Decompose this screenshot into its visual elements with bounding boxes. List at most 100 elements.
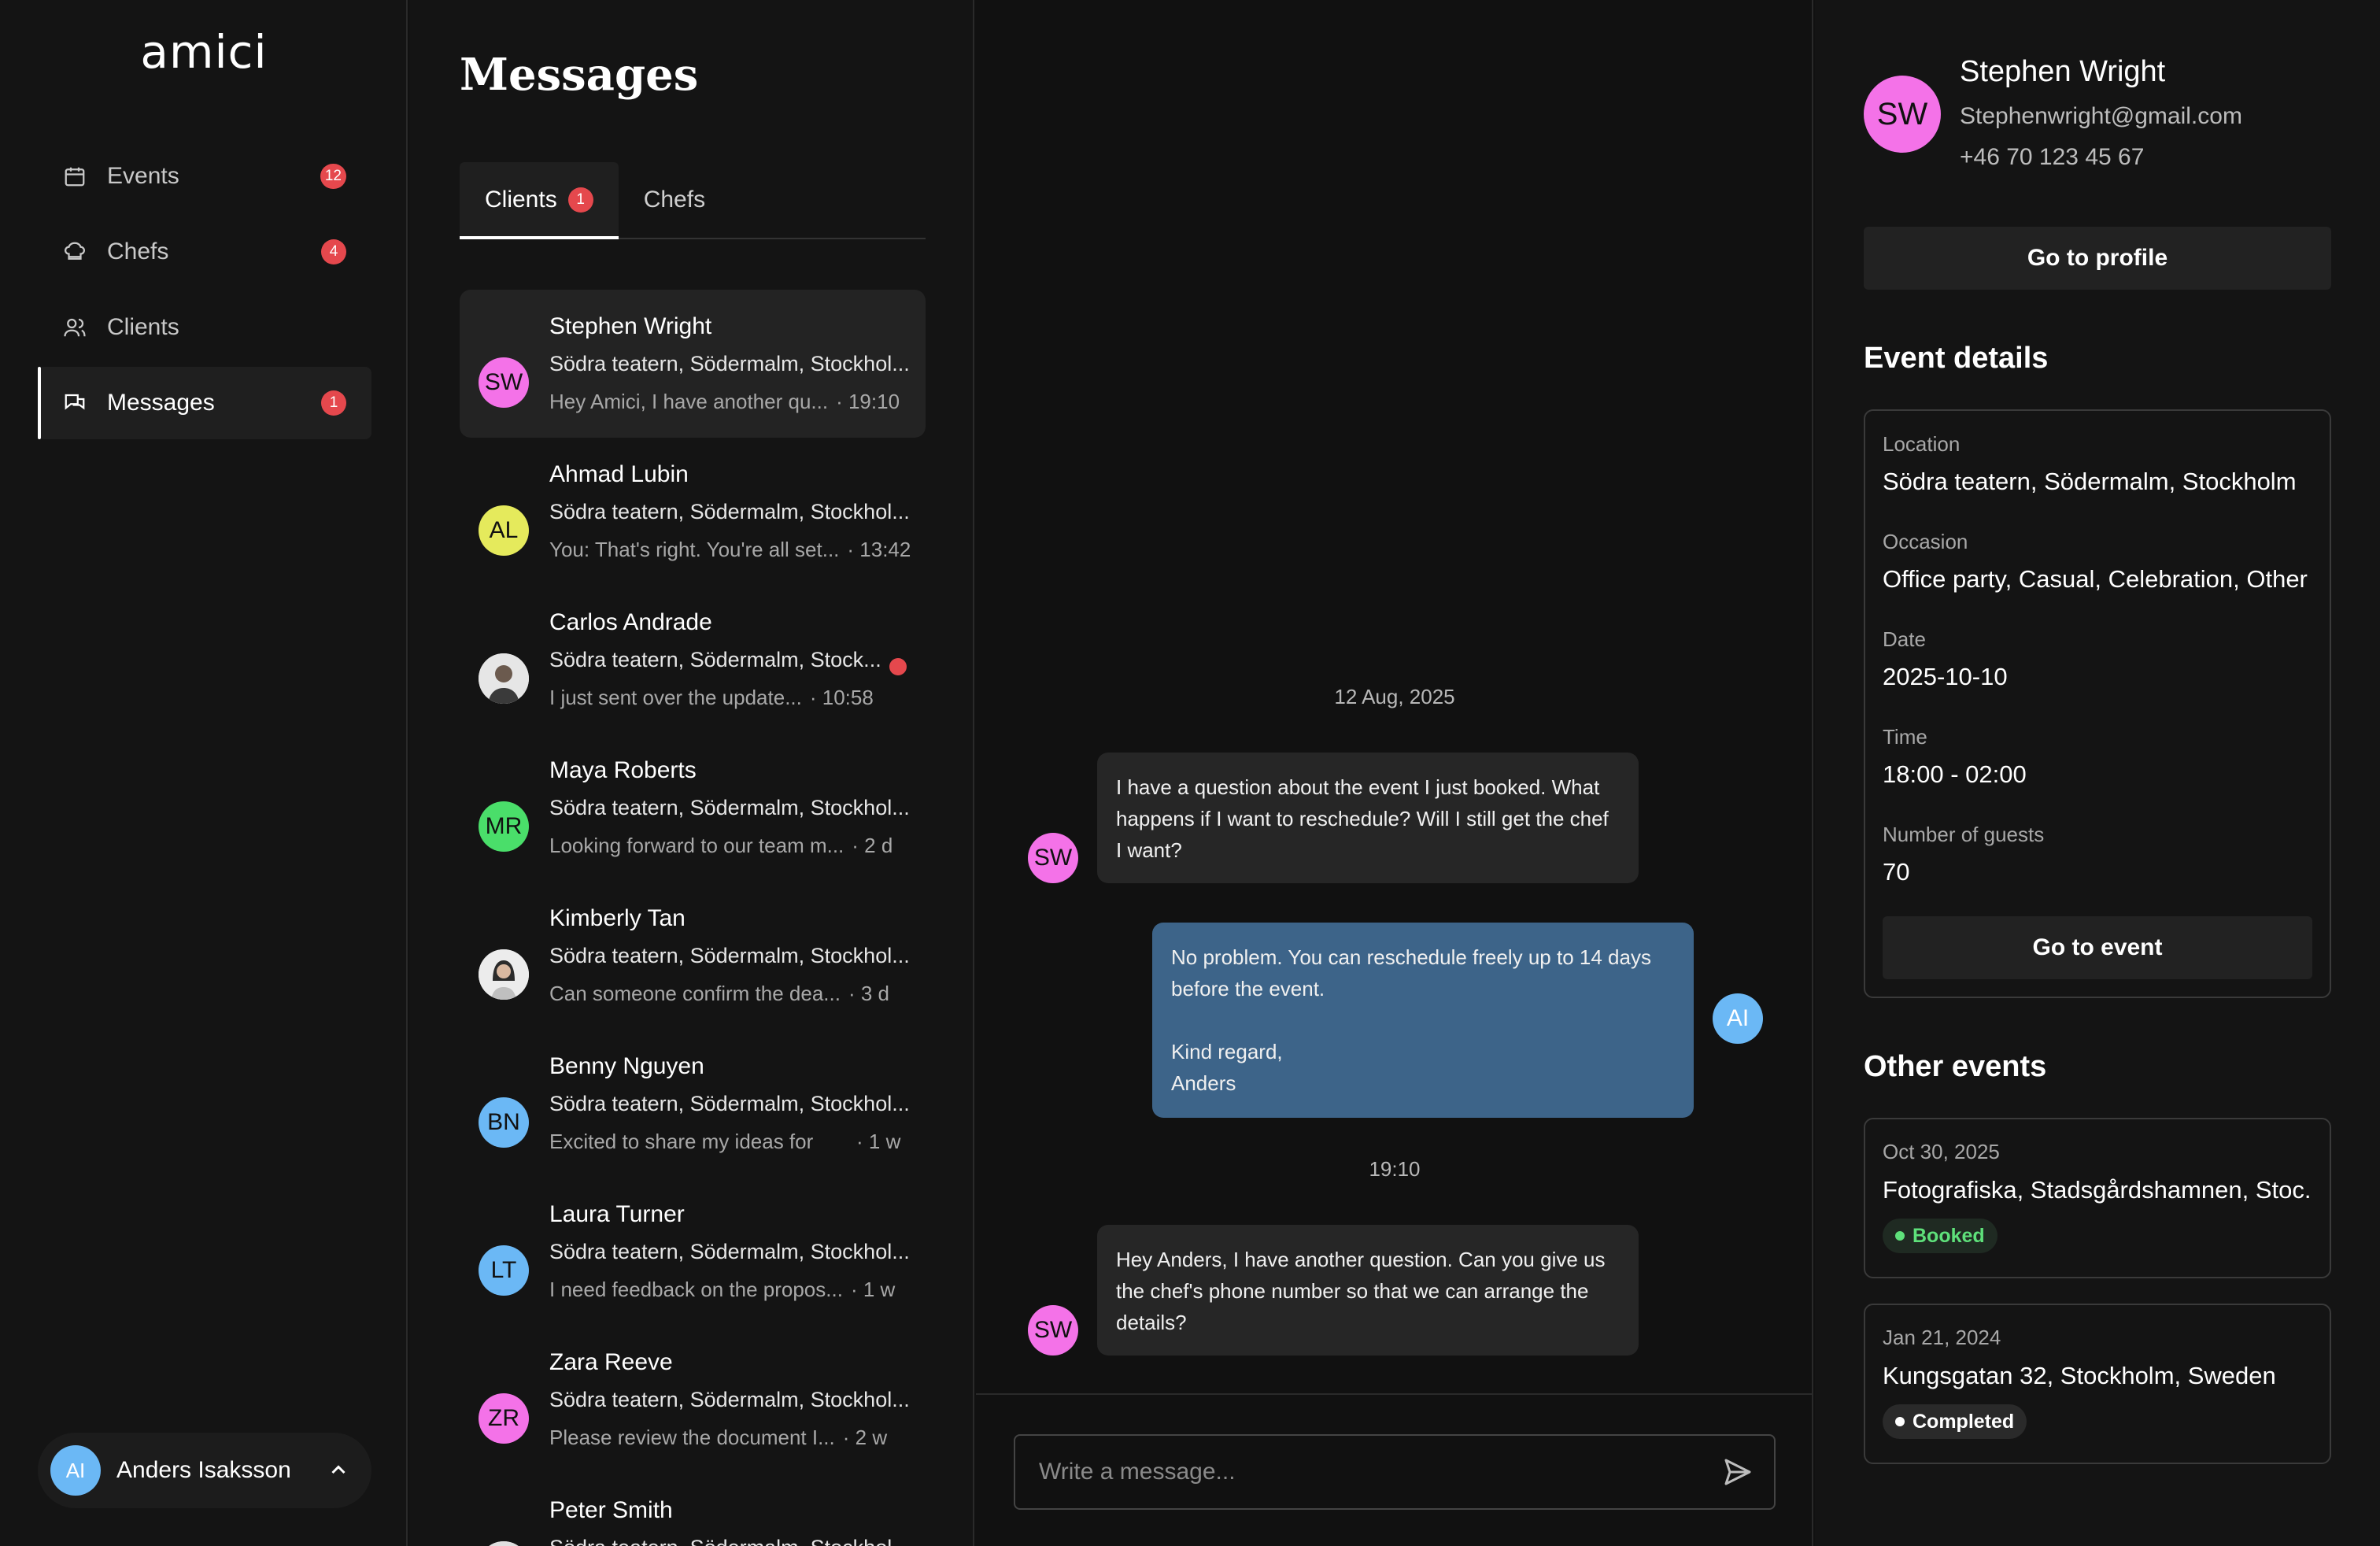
event-location: Kungsgatan 32, Stockholm, Sweden (1883, 1362, 2276, 1389)
conversation-location: Södra teatern, Södermalm, Stockhol... (549, 352, 910, 375)
avatar: LT (479, 1245, 529, 1296)
message-bubble-incoming: I have a question about the event I just… (1097, 753, 1639, 883)
other-events-title: Other events (1864, 1050, 2047, 1083)
field-label: Occasion (1883, 530, 1968, 553)
conversation-item[interactable]: ZR Zara Reeve Södra teatern, Södermalm, … (460, 1326, 926, 1474)
other-event-card[interactable]: Jan 21, 2024 Kungsgatan 32, Stockholm, S… (1864, 1304, 2331, 1464)
conversation-item[interactable]: Peter Smith Södra teatern, Södermalm, St… (460, 1474, 926, 1546)
conversation-location: Södra teatern, Södermalm, Stockhol... (549, 1529, 910, 1546)
conversation-panel: Messages Clients 1 Chefs SW Stephen Wrig… (409, 0, 974, 1546)
conversation-name: Maya Roberts (549, 757, 697, 783)
conversation-list: SW Stephen Wright Södra teatern, Söderma… (460, 290, 926, 1546)
field-value: 18:00 - 02:00 (1883, 760, 2027, 788)
page-title: Messages (460, 49, 699, 101)
field-time: Time 18:00 - 02:00 (1883, 719, 2027, 795)
conversation-item[interactable]: SW Stephen Wright Södra teatern, Söderma… (460, 290, 926, 438)
conversation-item[interactable]: LT Laura Turner Södra teatern, Södermalm… (460, 1178, 926, 1326)
time-separator: 19:10 (1369, 1157, 1421, 1181)
field-value: 2025-10-10 (1883, 663, 2008, 690)
field-location: Location Södra teatern, Södermalm, Stock… (1883, 427, 2297, 502)
date-separator: 12 Aug, 2025 (1334, 685, 1455, 708)
field-value: Södra teatern, Södermalm, Stockholm (1883, 468, 2297, 495)
conversation-location: Södra teatern, Södermalm, Stockhol... (549, 1092, 910, 1115)
event-date: Jan 21, 2024 (1883, 1326, 2001, 1349)
conversation-preview: You: That's right. You're all set... (549, 538, 840, 561)
avatar (479, 653, 529, 704)
clients-unread-badge: 1 (567, 187, 593, 213)
app-logo[interactable]: amici (0, 25, 408, 79)
field-label: Location (1883, 432, 1961, 456)
avatar: SW (1864, 76, 1941, 153)
field-occasion: Occasion Office party, Casual, Celebrati… (1883, 524, 2308, 600)
tab-label: Chefs (643, 187, 706, 213)
event-location: Fotografiska, Stadsgårdshamnen, Stoc... (1883, 1176, 2312, 1204)
messages-count-badge: 1 (321, 390, 346, 416)
tab-label: Clients (485, 187, 557, 213)
contact-header: SW Stephen Wright Stephenwright@gmail.co… (1864, 47, 2242, 178)
avatar: AL (479, 505, 529, 556)
avatar: BN (479, 1097, 529, 1148)
conversation-preview: Hey Amici, I have another qu... (549, 390, 829, 413)
avatar: AI (1713, 993, 1763, 1044)
conversation-location: Södra teatern, Södermalm, Stockhol... (549, 500, 910, 523)
conversation-time: · 2 d (852, 834, 893, 857)
conversation-item[interactable]: AL Ahmad Lubin Södra teatern, Södermalm,… (460, 438, 926, 586)
sidebar: amici Events 12 Chefs 4 Clients Messages… (0, 0, 408, 1546)
other-event-card[interactable]: Oct 30, 2025 Fotografiska, Stadsgårdsham… (1864, 1118, 2331, 1278)
sidebar-item-label: Clients (107, 314, 179, 340)
sidebar-item-events[interactable]: Events 12 (38, 140, 371, 213)
status-badge: Completed (1883, 1404, 2027, 1439)
field-label: Date (1883, 627, 1926, 651)
go-to-event-button[interactable]: Go to event (1883, 916, 2312, 979)
users-icon (61, 314, 88, 341)
field-label: Number of guests (1883, 823, 2045, 846)
avatar: ZR (479, 1393, 529, 1444)
conversation-preview: Excited to share my ideas for (549, 1130, 814, 1153)
status-label: Completed (1913, 1410, 2015, 1433)
chef-hat-icon (61, 239, 88, 265)
conversation-item[interactable]: Carlos Andrade Södra teatern, Södermalm,… (460, 586, 926, 734)
sidebar-item-label: Events (107, 163, 179, 189)
composer-area (976, 1393, 1813, 1546)
send-icon[interactable] (1714, 1448, 1761, 1496)
conversation-time: · 13:42 (847, 538, 911, 561)
conversation-name: Benny Nguyen (549, 1053, 704, 1079)
conversation-item[interactable]: BN Benny Nguyen Södra teatern, Södermalm… (460, 1030, 926, 1178)
conversation-time: · 2 w (842, 1426, 888, 1449)
conversation-location: Södra teatern, Södermalm, Stockhol... (549, 944, 910, 967)
tab-chefs[interactable]: Chefs (619, 162, 730, 238)
avatar: MR (479, 801, 529, 852)
sidebar-item-clients[interactable]: Clients (38, 291, 371, 364)
sidebar-item-messages[interactable]: Messages 1 (38, 367, 371, 439)
conversation-item[interactable]: Kimberly Tan Södra teatern, Södermalm, S… (460, 882, 926, 1030)
conversation-name: Carlos Andrade (549, 609, 712, 635)
user-menu[interactable]: AI Anders Isaksson (38, 1433, 371, 1508)
chefs-count-badge: 4 (321, 239, 346, 264)
conversation-location: Södra teatern, Södermalm, Stockhol... (549, 1240, 910, 1263)
chevron-up-icon (324, 1456, 353, 1485)
conversation-preview: Looking forward to our team m... (549, 834, 844, 857)
message-input[interactable] (1039, 1459, 1714, 1485)
message-composer (1014, 1434, 1776, 1510)
conversation-time: · 3 d (848, 982, 890, 1005)
conversation-time: · 10:58 (809, 686, 874, 709)
conversation-preview: Can someone confirm the dea... (549, 982, 841, 1005)
events-count-badge: 12 (320, 164, 346, 189)
sidebar-item-label: Messages (107, 390, 215, 416)
contact-name: Stephen Wright (1960, 55, 2166, 88)
go-to-profile-button[interactable]: Go to profile (1864, 227, 2331, 290)
details-panel: SW Stephen Wright Stephenwright@gmail.co… (1815, 0, 2380, 1546)
message-bubble-incoming: Hey Anders, I have another question. Can… (1097, 1225, 1639, 1356)
avatar: SW (1028, 833, 1078, 883)
conversation-location: Södra teatern, Södermalm, Stockhol... (549, 796, 910, 819)
tab-clients[interactable]: Clients 1 (460, 162, 619, 239)
conversation-item[interactable]: MR Maya Roberts Södra teatern, Södermalm… (460, 734, 926, 882)
chat-panel: 12 Aug, 2025 SW I have a question about … (976, 0, 1813, 1546)
conversation-name: Ahmad Lubin (549, 461, 689, 487)
conversation-name: Kimberly Tan (549, 905, 686, 931)
field-date: Date 2025-10-10 (1883, 622, 2008, 697)
conversation-name: Zara Reeve (549, 1349, 673, 1375)
sidebar-item-chefs[interactable]: Chefs 4 (38, 216, 371, 288)
avatar: SW (479, 357, 529, 408)
user-name: Anders Isaksson (116, 1457, 291, 1483)
